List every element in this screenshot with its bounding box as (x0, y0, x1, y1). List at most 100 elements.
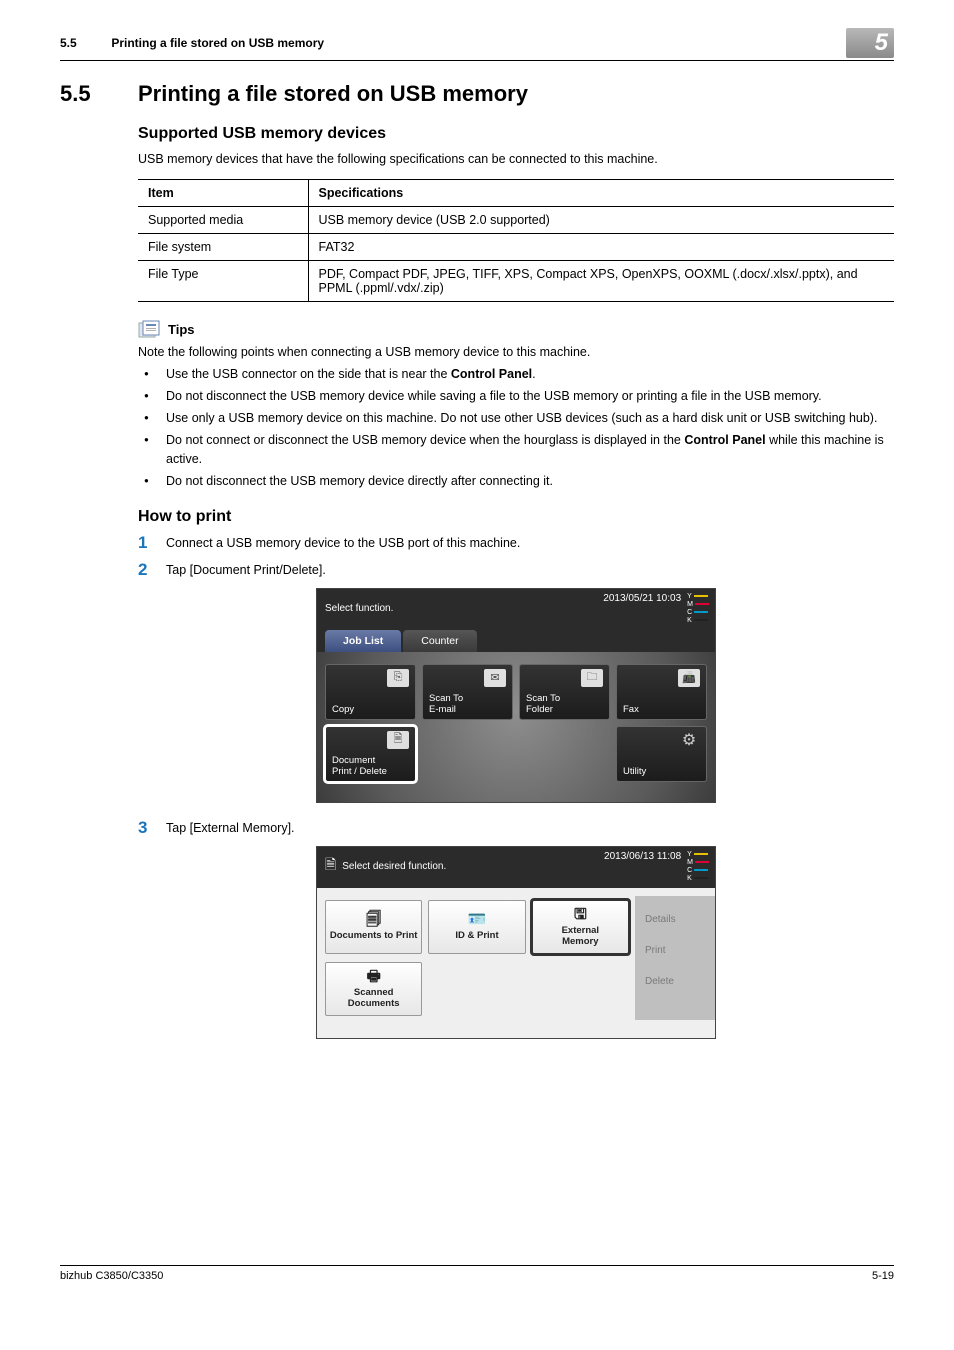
section-title: Printing a file stored on USB memory (138, 81, 528, 107)
tile-scan-to-folder[interactable]: 🗀 Scan To Folder (519, 664, 610, 720)
document-icon: 🗎 (387, 731, 409, 749)
printer-icon: 🖶 (367, 969, 381, 984)
side-buttons: Details Print Delete (635, 896, 715, 1020)
tips-label-text: Tips (168, 322, 195, 337)
tab-counter[interactable]: Counter (403, 630, 476, 652)
section-number: 5.5 (60, 81, 138, 107)
list-item: Do not connect or disconnect the USB mem… (138, 431, 894, 467)
tile-label: Copy (332, 704, 409, 715)
subhead-supported: Supported USB memory devices (138, 125, 894, 143)
toner-m: M (687, 859, 693, 866)
list-item: Do not disconnect the USB memory device … (138, 472, 894, 490)
toner-k: K (687, 875, 692, 882)
tips-label: Tips (138, 320, 894, 340)
tile-label: Fax (623, 704, 700, 715)
table-row: Supported media USB memory device (USB 2… (138, 206, 894, 233)
footer-model: bizhub C3850/C3350 (60, 1270, 163, 1282)
spec-value: FAT32 (308, 233, 894, 260)
step-number: 3 (138, 819, 166, 836)
footer-page: 5-19 (872, 1270, 894, 1282)
subhead-howto: How to print (138, 508, 894, 526)
tips-icon (138, 320, 164, 340)
step-3: 3 Tap [External Memory]. (138, 819, 894, 836)
tile-utility[interactable]: ⚙ Utility (616, 726, 707, 782)
screen-timestamp: 2013/06/13 11:08 (604, 851, 681, 862)
spec-item: Supported media (138, 206, 308, 233)
copy-icon: ⎘ (387, 669, 409, 687)
tip-text-pre: Use only a USB memory device on this mac… (166, 411, 877, 425)
tips-block: Tips Note the following points when conn… (138, 320, 894, 490)
toner-y: Y (687, 593, 692, 600)
fax-icon: 📠 (678, 669, 700, 687)
tile-label: Document Print / Delete (332, 755, 409, 777)
tip-text-pre: Do not disconnect the USB memory device … (166, 474, 553, 488)
spec-value: USB memory device (USB 2.0 supported) (308, 206, 894, 233)
tile-scanned-documents[interactable]: 🖶 Scanned Documents (325, 962, 422, 1016)
spec-item: File Type (138, 260, 308, 301)
device-screen-select-function: Select function. 2013/05/21 10:03 Y M C … (316, 588, 716, 803)
id-card-icon: 🪪 (468, 912, 487, 927)
tips-intro: Note the following points when connectin… (138, 344, 894, 362)
step-1: 1 Connect a USB memory device to the USB… (138, 534, 894, 551)
screen-header: 🗎 Select desired function. 2013/06/13 11… (317, 847, 715, 888)
tab-job-list[interactable]: Job List (325, 630, 401, 652)
spec-item: File system (138, 233, 308, 260)
tile-label: Scan To Folder (526, 693, 603, 715)
running-header: 5.5 Printing a file stored on USB memory… (60, 28, 894, 61)
screen-title: Select desired function. (342, 861, 446, 872)
toner-c: C (687, 609, 692, 616)
section-heading: 5.5 Printing a file stored on USB memory (60, 81, 894, 107)
tip-text-bold: Control Panel (684, 433, 765, 447)
tip-text-pre: Use the USB connector on the side that i… (166, 367, 451, 381)
screen-header: Select function. 2013/05/21 10:03 Y M C … (317, 589, 715, 630)
tip-text-bold: Control Panel (451, 367, 532, 381)
email-icon: ✉ (484, 669, 506, 687)
tile-documents-to-print[interactable]: 🗐 Documents to Print (325, 900, 422, 954)
toner-m: M (687, 601, 693, 608)
spec-value: PDF, Compact PDF, JPEG, TIFF, XPS, Compa… (308, 260, 894, 301)
tile-id-and-print[interactable]: 🪪 ID & Print (428, 900, 525, 954)
step-text: Connect a USB memory device to the USB p… (166, 534, 520, 551)
tip-text-post: . (532, 367, 535, 381)
tile-scan-to-email[interactable]: ✉ Scan To E-mail (422, 664, 513, 720)
tile-external-memory[interactable]: 🖫 External Memory (532, 900, 629, 954)
tile-copy[interactable]: ⎘ Copy (325, 664, 416, 720)
tile-label: Documents to Print (330, 930, 418, 941)
header-section-title: Printing a file stored on USB memory (111, 36, 324, 50)
document-icon: 🗎 (325, 854, 336, 878)
delete-button[interactable]: Delete (635, 966, 715, 997)
tile-label: External Memory (562, 925, 600, 947)
toner-y: Y (687, 851, 692, 858)
spec-table: Item Specifications Supported media USB … (138, 179, 894, 302)
toner-c: C (687, 867, 692, 874)
toner-indicator: Y M C K (687, 593, 709, 624)
details-button[interactable]: Details (635, 904, 715, 935)
print-button[interactable]: Print (635, 935, 715, 966)
screen-title: Select function. (325, 603, 393, 614)
table-row: File Type PDF, Compact PDF, JPEG, TIFF, … (138, 260, 894, 301)
list-item: Use only a USB memory device on this mac… (138, 409, 894, 427)
step-text: Tap [External Memory]. (166, 819, 295, 836)
folder-icon: 🗀 (581, 669, 603, 687)
tip-text-pre: Do not connect or disconnect the USB mem… (166, 433, 684, 447)
list-item: Do not disconnect the USB memory device … (138, 387, 894, 405)
step-2: 2 Tap [Document Print/Delete]. (138, 561, 894, 578)
spec-header-spec: Specifications (308, 179, 894, 206)
tile-label: ID & Print (455, 930, 498, 941)
usb-icon: 🖫 (574, 907, 587, 922)
spec-header-item: Item (138, 179, 308, 206)
tile-label: Scanned Documents (348, 987, 400, 1009)
tip-text-pre: Do not disconnect the USB memory device … (166, 389, 822, 403)
running-header-left: 5.5 Printing a file stored on USB memory (60, 36, 324, 50)
gear-icon: ⚙ (678, 731, 700, 749)
intro-paragraph: USB memory devices that have the followi… (138, 151, 894, 169)
chapter-badge: 5 (846, 28, 894, 58)
device-screen-select-desired-function: 🗎 Select desired function. 2013/06/13 11… (316, 846, 716, 1039)
screen-tabs: Job List Counter (325, 630, 707, 652)
tile-document-print-delete[interactable]: 🗎 Document Print / Delete (325, 726, 416, 782)
tile-fax[interactable]: 📠 Fax (616, 664, 707, 720)
list-item: Use the USB connector on the side that i… (138, 365, 894, 383)
tips-list: Use the USB connector on the side that i… (138, 365, 894, 490)
tile-label: Scan To E-mail (429, 693, 506, 715)
step-text: Tap [Document Print/Delete]. (166, 561, 326, 578)
